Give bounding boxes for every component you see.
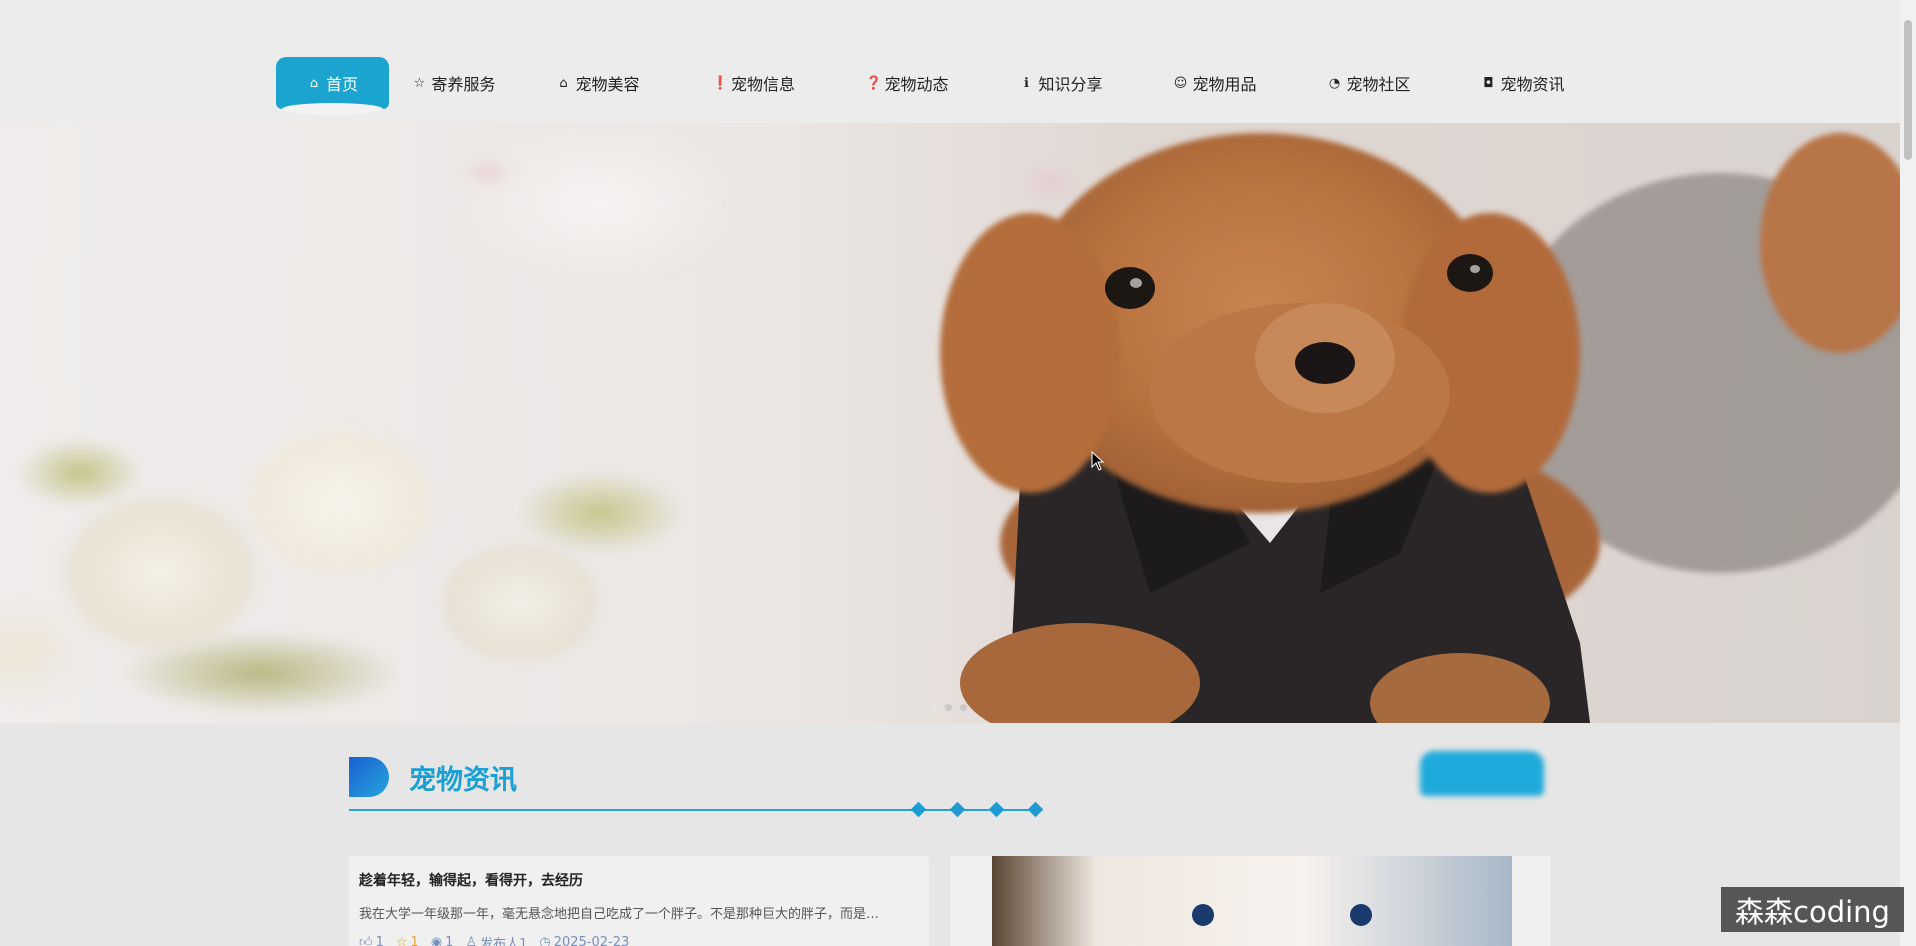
carousel-dot-2[interactable] (945, 704, 952, 711)
clock-icon: ◔ (1328, 75, 1341, 91)
thumbs-up-icon: 👍︎ (359, 935, 373, 946)
home-icon: ⌂ (309, 75, 319, 91)
section-header: 宠物资讯 (349, 757, 517, 797)
view-count-value: 1 (445, 935, 454, 946)
favorite-count-value: 1 (410, 935, 419, 946)
question-icon: ❓ (865, 75, 882, 91)
section-underline (349, 809, 1041, 811)
carousel-indicators (930, 704, 967, 711)
carousel-dot-1[interactable] (930, 704, 937, 711)
dog-eye (1192, 904, 1214, 926)
mouse-cursor-icon (1091, 451, 1105, 471)
news-card[interactable]: 趁着年轻，输得起，看得开，去经历 我在大学一年级那一年，毫无悬念地把自己吃成了一… (349, 856, 929, 946)
nav-label: 宠物动态 (884, 75, 949, 94)
hero-dog-image (940, 133, 1900, 723)
navigation-bar: ⌂ 首页 ☆ 寄养服务 ⌂ 宠物美容 ❗ 宠物信息 ❓ 宠物动态 ℹ 知识分享 … (0, 0, 1900, 123)
carousel-dot-3[interactable] (960, 704, 967, 711)
nav-list: ⌂ 首页 ☆ 寄养服务 ⌂ 宠物美容 ❗ 宠物信息 ❓ 宠物动态 ℹ 知识分享 … (276, 57, 1600, 115)
publish-date-value: 2025-02-23 (553, 935, 630, 946)
smile-icon: ☺ (1173, 75, 1188, 91)
news-title[interactable]: 趁着年轻，输得起，看得开，去经历 (359, 870, 919, 890)
nav-item-information[interactable]: ◘ 宠物资讯 (1446, 57, 1600, 109)
hero-carousel[interactable] (0, 123, 1900, 723)
nav-label: 知识分享 (1038, 75, 1103, 94)
news-description: 我在大学一年级那一年，毫无悬念地把自己吃成了一个胖子。不是那种巨大的胖子，而是… (359, 907, 880, 922)
nav-item-home[interactable]: ⌂ 首页 (276, 57, 389, 115)
nav-item-supplies[interactable]: ☺ 宠物用品 (1138, 57, 1292, 109)
nav-item-knowledge[interactable]: ℹ 知识分享 (984, 57, 1138, 109)
nav-item-pet-news[interactable]: ❓ 宠物动态 (830, 57, 984, 109)
author: ♙ 发布人1 (465, 933, 527, 946)
news-image-card[interactable] (950, 856, 1550, 946)
nav-item-community[interactable]: ◔ 宠物社区 (1292, 57, 1446, 109)
dog-eye (1350, 904, 1372, 926)
nav-label: 首页 (325, 75, 358, 94)
news-image (992, 856, 1512, 946)
nav-item-boarding[interactable]: ☆ 寄养服务 (389, 57, 519, 109)
star-icon: ☆ (413, 75, 426, 91)
diamond-icon (988, 801, 1005, 818)
star-icon: ☆ (395, 935, 408, 946)
title-mark-icon (349, 757, 389, 797)
page-scrollbar[interactable] (1900, 0, 1916, 946)
nav-label: 宠物美容 (575, 75, 640, 94)
favorite-count[interactable]: ☆ 1 (396, 933, 419, 946)
like-count-value: 1 (375, 935, 384, 946)
hero-flowers (0, 353, 780, 723)
bag-icon: ⌂ (559, 75, 568, 91)
diamond-icon (910, 801, 927, 818)
scrollbar-thumb[interactable] (1904, 20, 1912, 160)
nav-item-pet-info[interactable]: ❗ 宠物信息 (677, 57, 830, 109)
eye-icon: ◉ (430, 935, 443, 946)
nav-label: 宠物用品 (1192, 75, 1257, 94)
diamond-icon (1027, 801, 1044, 818)
camera-icon: ◘ (1483, 75, 1494, 91)
nav-label: 寄养服务 (431, 75, 496, 94)
publish-date: ◷ 2025-02-23 (539, 933, 629, 946)
clock-icon: ◷ (539, 935, 551, 946)
watermark: 森森coding (1721, 887, 1904, 932)
info-icon: ℹ (1024, 75, 1029, 91)
more-button[interactable] (1420, 751, 1544, 796)
nav-item-grooming[interactable]: ⌂ 宠物美容 (519, 57, 677, 109)
section-title: 宠物资讯 (409, 764, 517, 796)
alert-icon: ❗ (711, 75, 729, 91)
news-meta: 👍︎ 1 ☆ 1 ◉ 1 ♙ 发布人1 ◷ 2025-02-23 (359, 933, 919, 946)
diamond-icon (949, 801, 966, 818)
nav-label: 宠物社区 (1346, 75, 1411, 94)
view-count: ◉ 1 (431, 933, 454, 946)
like-count[interactable]: 👍︎ 1 (359, 933, 384, 946)
user-icon: ♙ (465, 935, 478, 946)
author-name: 发布人1 (480, 937, 528, 946)
nav-label: 宠物资讯 (1500, 75, 1565, 94)
nav-label: 宠物信息 (730, 75, 795, 94)
